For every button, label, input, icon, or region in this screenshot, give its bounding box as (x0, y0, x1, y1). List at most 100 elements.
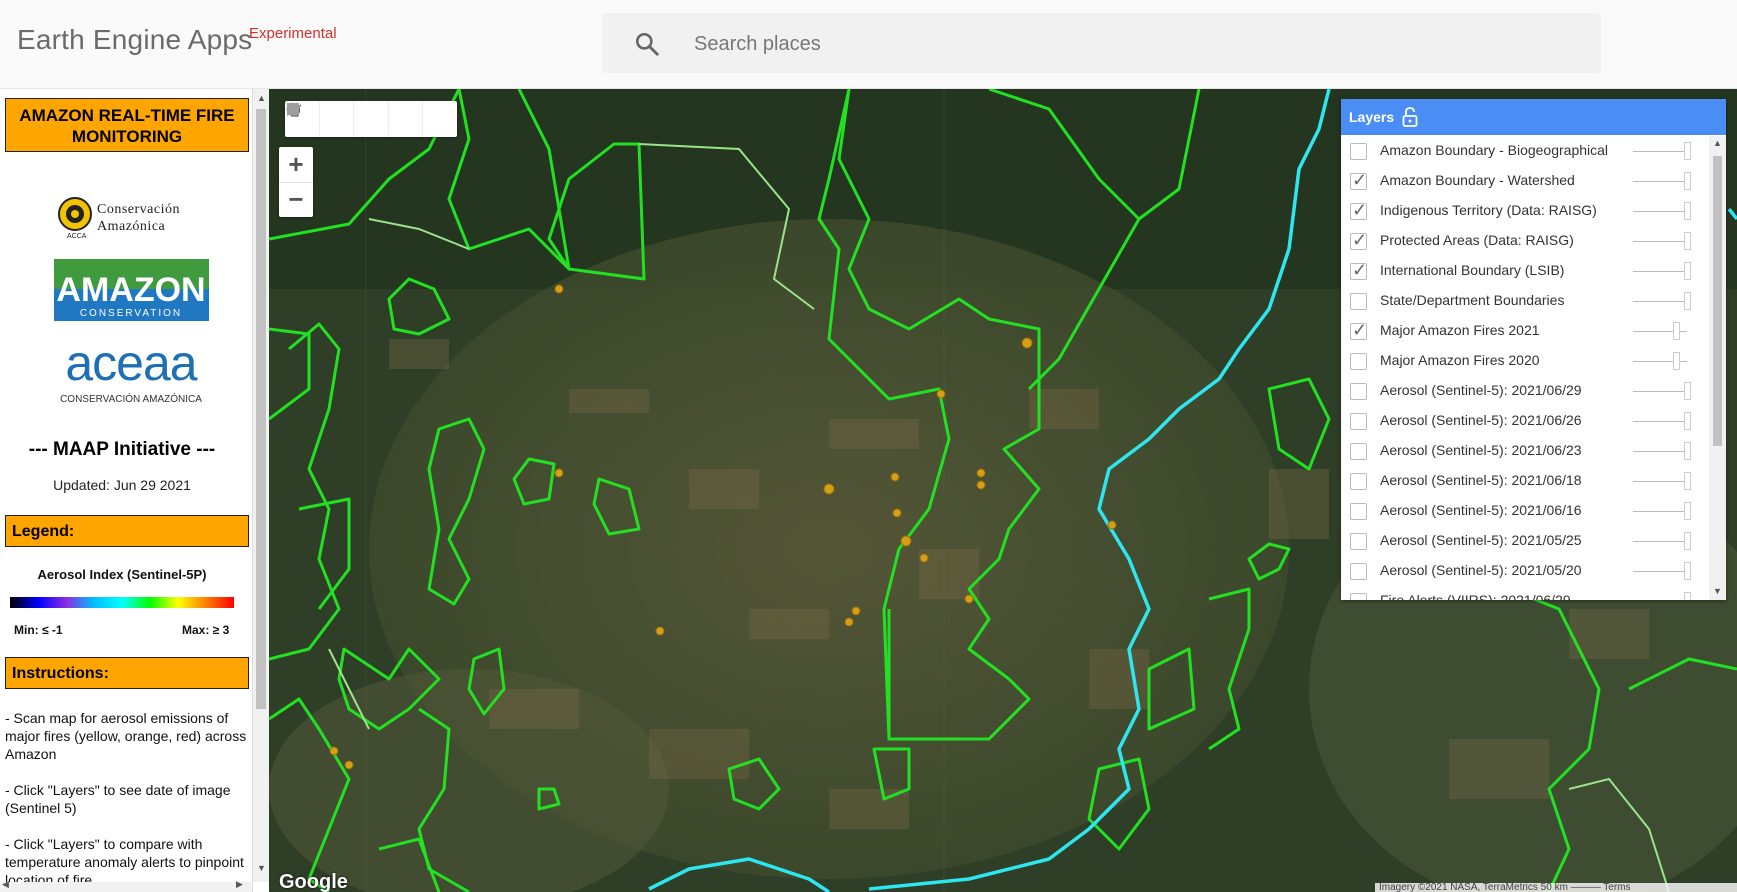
layer-checkbox[interactable] (1350, 320, 1367, 341)
sidebar-scroll-thumb[interactable] (256, 109, 266, 709)
info-panel: AMAZON REAL-TIME FIRE MONITORING ACCA Co… (0, 89, 253, 892)
scroll-right-icon[interactable]: ▶ (236, 879, 243, 890)
search-box[interactable] (602, 13, 1601, 75)
layer-name: Amazon Boundary - Biogeographical (1380, 142, 1609, 158)
opacity-slider[interactable] (1633, 451, 1687, 452)
polygon-tool[interactable] (288, 101, 424, 137)
opacity-slider[interactable] (1633, 271, 1687, 272)
opacity-slider-handle[interactable] (1683, 412, 1691, 430)
layer-name: Aerosol (Sentinel-5): 2021/06/18 (1380, 472, 1582, 488)
layer-row[interactable]: Aerosol (Sentinel-5): 2021/06/18 (1341, 466, 1709, 496)
layer-row[interactable]: Aerosol (Sentinel-5): 2021/06/16 (1341, 496, 1709, 526)
opacity-slider[interactable] (1633, 541, 1687, 542)
layer-checkbox[interactable] (1350, 593, 1367, 600)
layer-name: Major Amazon Fires 2021 (1380, 322, 1540, 338)
rectangle-tool[interactable] (287, 101, 457, 137)
search-icon[interactable] (634, 31, 660, 57)
layer-row[interactable]: Aerosol (Sentinel-5): 2021/06/29 (1341, 376, 1709, 406)
sidebar-hscrollbar[interactable]: ◀ ▶ (0, 879, 252, 892)
legend-color-ramp (10, 597, 234, 608)
opacity-slider-handle[interactable] (1683, 592, 1691, 600)
layer-checkbox[interactable] (1350, 293, 1367, 310)
layer-row[interactable]: International Boundary (LSIB) (1341, 256, 1709, 286)
layer-checkbox[interactable] (1350, 260, 1367, 281)
opacity-slider-handle[interactable] (1683, 532, 1691, 550)
layer-checkbox[interactable] (1350, 200, 1367, 221)
layer-checkbox[interactable] (1350, 170, 1367, 191)
opacity-slider[interactable] (1633, 151, 1687, 152)
layer-name: Aerosol (Sentinel-5): 2021/05/25 (1380, 532, 1582, 548)
opacity-slider-handle[interactable] (1672, 352, 1680, 370)
opacity-slider-handle[interactable] (1683, 502, 1691, 520)
scroll-up-icon[interactable]: ▲ (257, 93, 266, 103)
layer-checkbox[interactable] (1350, 443, 1367, 460)
opacity-slider-handle[interactable] (1683, 292, 1691, 310)
layer-row[interactable]: Protected Areas (Data: RAISG) (1341, 226, 1709, 256)
layer-row[interactable]: Fire Alerts (VIIRS): 2021/06/29 (1341, 586, 1709, 600)
layer-row[interactable]: Major Amazon Fires 2020 (1341, 346, 1709, 376)
layer-row[interactable]: State/Department Boundaries (1341, 286, 1709, 316)
opacity-slider-handle[interactable] (1683, 382, 1691, 400)
opacity-slider[interactable] (1633, 301, 1687, 302)
layer-checkbox[interactable] (1350, 473, 1367, 490)
opacity-slider-handle[interactable] (1683, 202, 1691, 220)
layers-scrollbar[interactable]: ▲ ▼ (1709, 136, 1726, 600)
aceaa-logo: aceaa CONSERVACIÓN AMAZÓNICA (60, 335, 202, 405)
opacity-slider-handle[interactable] (1683, 472, 1691, 490)
opacity-slider-handle[interactable] (1672, 322, 1680, 340)
opacity-slider[interactable] (1633, 511, 1687, 512)
map-attribution[interactable]: Imagery ©2021 NASA, TerraMetrics 50 km —… (1375, 883, 1737, 892)
layer-row[interactable]: Major Amazon Fires 2021 (1341, 316, 1709, 346)
layer-row[interactable]: Aerosol (Sentinel-5): 2021/05/25 (1341, 526, 1709, 556)
opacity-slider-handle[interactable] (1683, 442, 1691, 460)
opacity-slider[interactable] (1633, 571, 1687, 572)
layer-name: Aerosol (Sentinel-5): 2021/06/29 (1380, 382, 1582, 398)
opacity-slider-handle[interactable] (1683, 232, 1691, 250)
aceaa-logo-main: aceaa (65, 335, 197, 391)
layers-header[interactable]: Layers (1341, 99, 1726, 135)
layer-row[interactable]: Aerosol (Sentinel-5): 2021/06/26 (1341, 406, 1709, 436)
zoom-out-button[interactable]: − (279, 182, 313, 217)
opacity-slider[interactable] (1633, 481, 1687, 482)
layer-checkbox[interactable] (1350, 353, 1367, 370)
layers-scroll-thumb[interactable] (1713, 156, 1722, 446)
app-title[interactable]: Earth Engine Apps (17, 24, 252, 56)
opacity-slider[interactable] (1633, 211, 1687, 212)
search-input[interactable] (692, 13, 1576, 75)
opacity-slider-handle[interactable] (1683, 262, 1691, 280)
google-logo[interactable]: Google (279, 871, 348, 892)
opacity-slider[interactable] (1633, 181, 1687, 182)
opacity-slider[interactable] (1633, 421, 1687, 422)
layer-row[interactable]: Aerosol (Sentinel-5): 2021/05/20 (1341, 556, 1709, 586)
layer-checkbox[interactable] (1350, 413, 1367, 430)
layer-checkbox[interactable] (1350, 503, 1367, 520)
layers-title: Layers (1349, 109, 1395, 125)
opacity-slider-handle[interactable] (1683, 172, 1691, 190)
layer-checkbox[interactable] (1350, 383, 1367, 400)
layer-row[interactable]: Indigenous Territory (Data: RAISG) (1341, 196, 1709, 226)
layer-row[interactable]: Amazon Boundary - Biogeographical (1341, 136, 1709, 166)
page-title: AMAZON REAL-TIME FIRE MONITORING (5, 98, 249, 152)
marker-tool[interactable] (288, 101, 355, 137)
opacity-slider-handle[interactable] (1683, 562, 1691, 580)
layer-checkbox[interactable] (1350, 143, 1367, 160)
opacity-slider[interactable] (1633, 391, 1687, 392)
layer-checkbox[interactable] (1350, 533, 1367, 550)
layer-row[interactable]: Aerosol (Sentinel-5): 2021/06/23 (1341, 436, 1709, 466)
layer-name: Aerosol (Sentinel-5): 2021/06/26 (1380, 412, 1582, 428)
scroll-left-icon[interactable]: ◀ (2, 879, 9, 890)
sidebar-scrollbar[interactable]: ▲ ▼ (252, 89, 269, 882)
layer-row[interactable]: Amazon Boundary - Watershed (1341, 166, 1709, 196)
layers-scroll-down-icon[interactable]: ▼ (1713, 586, 1722, 596)
layer-checkbox[interactable] (1350, 230, 1367, 251)
line-tool[interactable] (286, 101, 389, 137)
opacity-slider[interactable] (1633, 241, 1687, 242)
layer-checkbox[interactable] (1350, 563, 1367, 580)
unlock-icon[interactable] (1401, 107, 1419, 127)
layers-scroll-up-icon[interactable]: ▲ (1713, 138, 1722, 148)
layer-name: Amazon Boundary - Watershed (1380, 172, 1575, 188)
amazon-logo-bottom: CONSERVATION (80, 308, 182, 319)
opacity-slider-handle[interactable] (1683, 142, 1691, 160)
zoom-in-button[interactable]: + (279, 147, 313, 183)
scroll-down-icon[interactable]: ▼ (257, 863, 266, 873)
